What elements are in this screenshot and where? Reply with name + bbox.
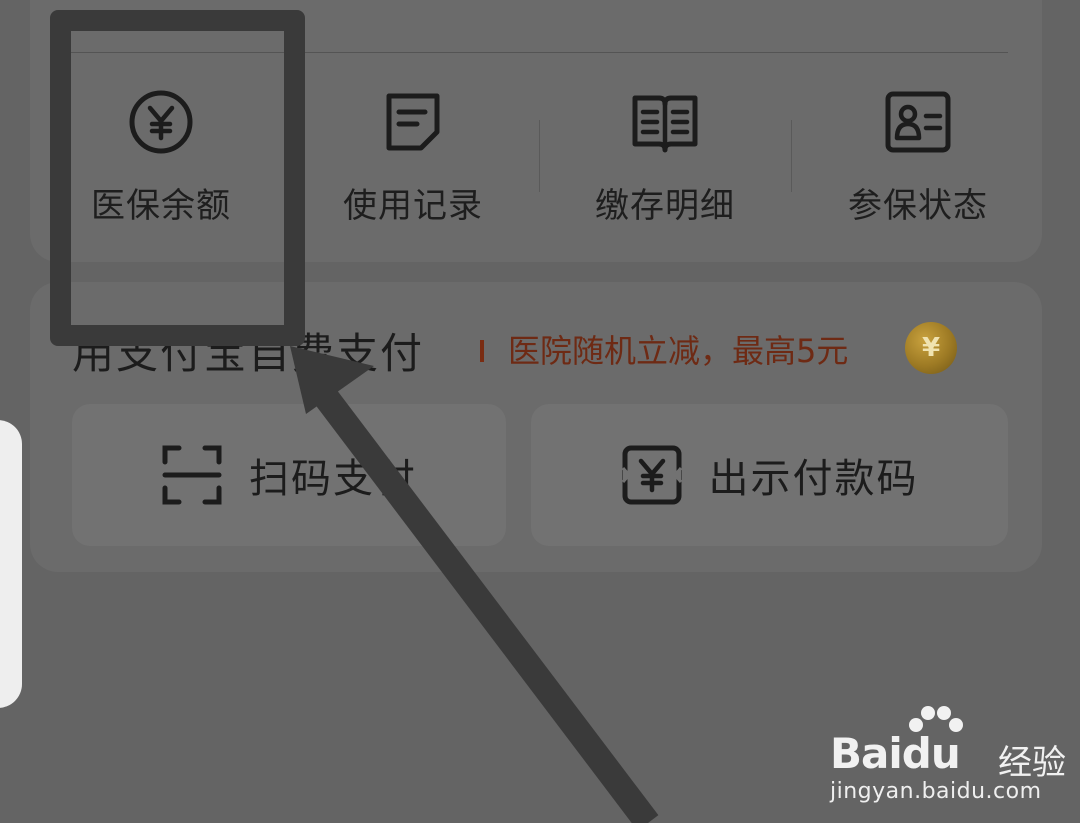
pointer-arrow: [290, 346, 659, 823]
watermark-url: jingyan.baidu.com: [830, 779, 1042, 804]
jingyan-text: 经验: [998, 743, 1066, 783]
baidu-logo-bai: Bai: [830, 729, 903, 778]
baidu-logo-du: du: [901, 729, 961, 778]
baidu-logo: Baidu: [830, 729, 961, 778]
baidu-jingyan-watermark: Baidu 经验 jingyan.baidu.com: [830, 705, 1066, 805]
